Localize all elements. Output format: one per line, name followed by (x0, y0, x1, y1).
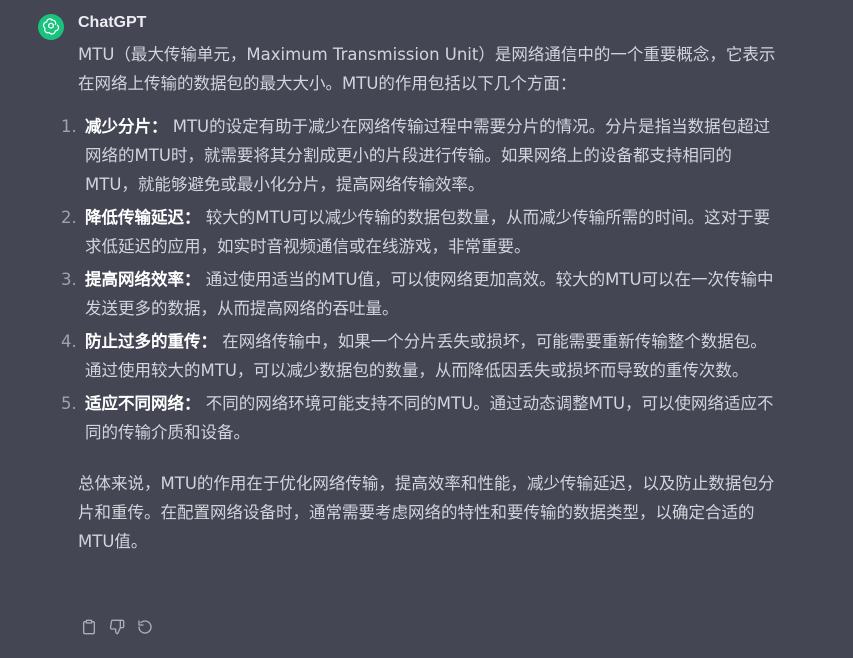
list-number: 1. (61, 117, 77, 136)
numbered-list: 1. 减少分片： MTU的设定有助于减少在网络传输过程中需要分片的情况。分片是指当… (61, 112, 778, 447)
list-number: 3. (61, 270, 77, 289)
list-item: 3. 提高网络效率： 通过使用适当的MTU值，可以使网络更加高效。较大的MTU可以… (61, 265, 778, 323)
list-item-title: 减少分片： (85, 117, 168, 136)
thumbs-down-button[interactable] (108, 618, 126, 636)
list-number: 5. (61, 394, 77, 413)
clipboard-icon (83, 619, 95, 635)
list-item-title: 防止过多的重传： (85, 332, 217, 351)
list-item: 5. 适应不同网络： 不同的网络环境可能支持不同的MTU。通过动态调整MTU，可以… (61, 389, 778, 447)
thumbs-down-icon (109, 619, 125, 635)
chatgpt-avatar (38, 14, 64, 40)
regenerate-button[interactable] (136, 618, 154, 636)
list-item: 4. 防止过多的重传： 在网络传输中，如果一个分片丢失或损坏，可能需要重新传输整个… (61, 327, 778, 385)
intro-paragraph: MTU（最大传输单元，Maximum Transmission Unit）是网络… (78, 45, 776, 93)
summary-paragraph: 总体来说，MTU的作用在于优化网络传输，提高效率和性能，减少传输延迟，以及防止数… (78, 474, 775, 551)
list-number: 4. (61, 332, 77, 351)
list-item-title: 降低传输延迟： (85, 208, 201, 227)
list-item-title: 适应不同网络： (85, 394, 201, 413)
openai-logo-icon (42, 18, 60, 35)
message-actions (80, 618, 154, 636)
regenerate-icon (138, 620, 152, 634)
list-item-text: MTU的设定有助于减少在网络传输过程中需要分片的情况。分片是指当数据包超过网络的… (85, 117, 771, 194)
list-item: 1. 减少分片： MTU的设定有助于减少在网络传输过程中需要分片的情况。分片是指当… (61, 112, 778, 199)
author-name: ChatGPT (78, 14, 147, 31)
list-number: 2. (61, 208, 77, 227)
copy-button[interactable] (80, 618, 98, 636)
message-content: MTU（最大传输单元，Maximum Transmission Unit）是网络… (61, 40, 778, 556)
list-item: 2. 降低传输延迟： 较大的MTU可以减少传输的数据包数量，从而减少传输所需的时间… (61, 203, 778, 261)
list-item-title: 提高网络效率： (85, 270, 201, 289)
assistant-message: ChatGPT MTU（最大传输单元，Maximum Transmission … (0, 0, 853, 658)
